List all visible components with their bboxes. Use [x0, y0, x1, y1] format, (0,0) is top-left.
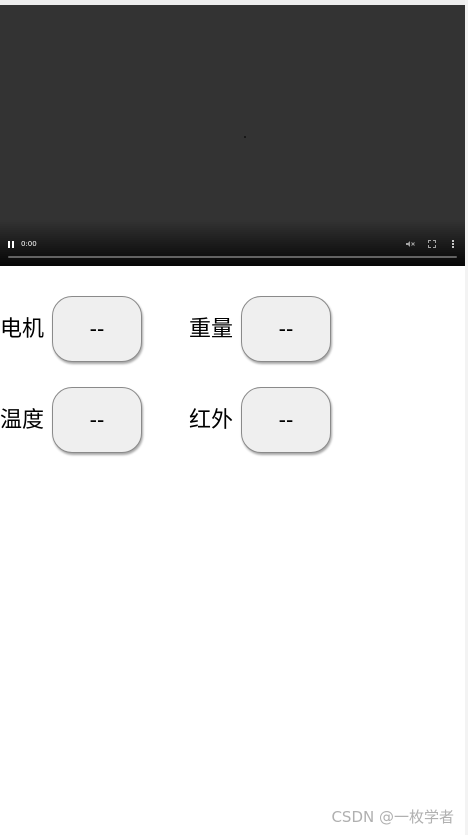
weight-value-button[interactable]: -- — [241, 296, 331, 362]
mute-icon[interactable] — [406, 240, 415, 248]
video-time: 0:00 — [21, 240, 37, 248]
weight-label: 重量 — [189, 317, 234, 342]
more-vertical-icon[interactable] — [452, 240, 456, 249]
video-player[interactable]: 0:00 — [0, 5, 465, 266]
motor-value-button[interactable]: -- — [52, 296, 142, 362]
motor-label: 电机 — [0, 317, 45, 342]
temperature-value-button[interactable]: -- — [52, 387, 142, 453]
csdn-watermark: CSDN @一枚学者 — [331, 808, 454, 826]
pause-icon[interactable] — [8, 241, 14, 248]
infrared-value-button[interactable]: -- — [241, 387, 331, 453]
infrared-label: 红外 — [189, 408, 234, 433]
temperature-label: 温度 — [0, 408, 45, 433]
video-controls-bar: 0:00 — [0, 220, 465, 266]
video-frame-dot — [244, 136, 246, 138]
fullscreen-icon[interactable] — [428, 240, 436, 248]
video-timeline-slider[interactable] — [8, 256, 457, 258]
